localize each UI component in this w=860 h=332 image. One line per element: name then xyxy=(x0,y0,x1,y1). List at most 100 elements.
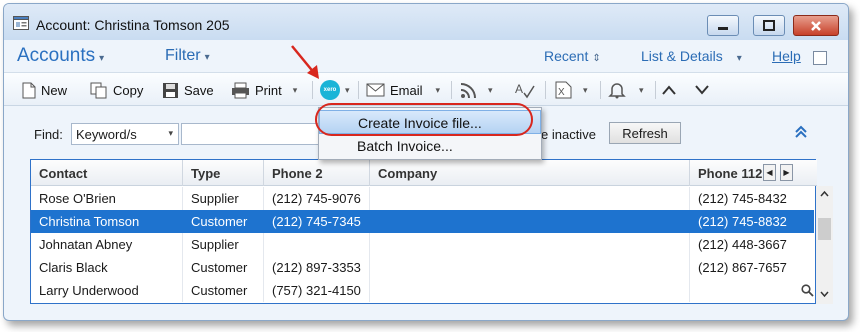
accounts-label: Accounts xyxy=(17,45,96,66)
chevron-down-icon: ▾ xyxy=(204,52,210,63)
cell-phone112: (212) 745-8432 xyxy=(698,191,787,206)
cell-phone112: (212) 448-3667 xyxy=(698,237,787,252)
save-button[interactable]: Save xyxy=(162,80,214,100)
popout-icon[interactable] xyxy=(813,51,827,65)
batch-invoice-item[interactable]: Batch Invoice... xyxy=(319,134,541,158)
chevron-down-icon: ▾ xyxy=(168,128,173,138)
table-row[interactable]: Larry Underwood Customer (757) 321-4150 xyxy=(31,279,814,302)
search-icon[interactable] xyxy=(801,284,814,297)
account-window: Account: Christina Tomson 205 Accounts ▾ … xyxy=(3,3,849,321)
cell-contact: Johnatan Abney xyxy=(31,233,183,256)
print-label: Print xyxy=(255,82,282,98)
cell-phone2: (212) 745-7345 xyxy=(264,210,370,233)
table-row[interactable]: Rose O'Brien Supplier (212) 745-9076 (21… xyxy=(31,187,814,210)
chevron-down-icon xyxy=(695,85,709,95)
next-record-button[interactable] xyxy=(694,80,710,100)
chevron-down-icon: ▾ xyxy=(583,84,588,95)
search-input[interactable] xyxy=(181,123,331,145)
chevron-up-icon xyxy=(662,85,676,95)
cell-type: Supplier xyxy=(183,187,264,210)
svg-text:X: X xyxy=(558,87,565,98)
table-row[interactable]: Claris Black Customer (212) 897-3353 (21… xyxy=(31,256,814,279)
cell-phone112 xyxy=(690,279,814,302)
previous-record-button[interactable] xyxy=(661,80,677,100)
menu-bar: Accounts ▾ Filter ▾ Recent ⇕ List & Details… xyxy=(4,40,848,72)
cell-contact: Christina Tomson xyxy=(31,210,183,233)
excel-export-button[interactable]: X ▾ xyxy=(555,80,588,100)
cell-contact: Claris Black xyxy=(31,256,183,279)
close-button[interactable] xyxy=(793,15,839,36)
svg-text:A: A xyxy=(515,82,523,96)
help-link[interactable]: Help xyxy=(772,48,801,64)
rss-button[interactable]: ▾ xyxy=(460,80,493,100)
maximize-button[interactable] xyxy=(753,15,785,36)
recent-menu[interactable]: Recent ⇕ xyxy=(544,48,601,64)
highlight-oval xyxy=(315,103,533,136)
close-icon xyxy=(811,20,821,31)
table-row-selected[interactable]: Christina Tomson Customer (212) 745-7345… xyxy=(31,210,814,233)
cell-contact: Rose O'Brien xyxy=(31,187,183,210)
cell-phone2: (757) 321-4150 xyxy=(264,279,370,302)
updown-icon: ⇕ xyxy=(592,53,601,64)
accounts-menu[interactable]: Accounts ▾ xyxy=(17,45,104,67)
toolbar-divider xyxy=(451,81,452,99)
alerts-button[interactable]: ▾ xyxy=(608,80,644,100)
collapse-up-icon[interactable] xyxy=(794,125,808,139)
save-icon xyxy=(163,82,178,98)
new-document-icon xyxy=(22,82,36,98)
toolbar-divider xyxy=(655,81,656,99)
scroll-right-button[interactable]: ▶ xyxy=(780,164,793,181)
filter-menu[interactable]: Filter ▾ xyxy=(165,47,210,65)
list-details-label: List & Details xyxy=(641,48,723,64)
column-header-company[interactable]: Company xyxy=(370,160,690,186)
new-label: New xyxy=(41,82,68,98)
column-header-type[interactable]: Type xyxy=(183,160,264,186)
cell-phone2 xyxy=(264,233,370,256)
new-button[interactable]: New xyxy=(22,80,67,100)
cell-company xyxy=(370,233,690,256)
recent-label: Recent xyxy=(544,48,589,64)
toolbar-divider xyxy=(545,81,546,99)
find-mode-select[interactable]: Keyword/s ▾ xyxy=(71,123,179,145)
cell-type: Customer xyxy=(183,279,264,302)
minimize-icon xyxy=(718,26,728,30)
copy-button[interactable]: Copy xyxy=(90,80,143,100)
refresh-button[interactable]: Refresh xyxy=(609,122,681,144)
cell-type: Supplier xyxy=(183,233,264,256)
spell-check-button[interactable]: A xyxy=(515,80,535,100)
contacts-grid: Contact Type Phone 2 Company Phone 112 ◀… xyxy=(30,159,833,304)
cell-type: Customer xyxy=(183,210,264,233)
cell-phone112: (212) 867-7657 xyxy=(698,260,787,275)
cell-company xyxy=(370,279,690,302)
cell-phone2: (212) 897-3353 xyxy=(264,256,370,279)
app-icon xyxy=(13,16,29,30)
chevron-down-icon: ▾ xyxy=(736,53,742,64)
arrow-left-icon: ◀ xyxy=(766,168,773,177)
window-title: Account: Christina Tomson 205 xyxy=(36,17,230,33)
minimize-button[interactable] xyxy=(707,15,739,36)
chevron-down-icon: ▾ xyxy=(639,84,644,95)
scroll-left-button[interactable]: ◀ xyxy=(763,164,776,181)
chevron-down-icon: ▾ xyxy=(99,53,105,64)
copy-icon xyxy=(90,82,107,98)
cell-company xyxy=(370,210,690,233)
copy-label: Copy xyxy=(113,82,144,98)
column-header-contact[interactable]: Contact xyxy=(31,160,183,186)
cell-contact: Larry Underwood xyxy=(31,279,183,302)
print-button[interactable]: Print ▾ xyxy=(231,80,297,100)
toolbar-divider xyxy=(600,81,601,99)
chevron-down-icon: ▾ xyxy=(435,84,441,95)
table-row[interactable]: Johnatan Abney Supplier (212) 448-3667 xyxy=(31,233,814,256)
save-label: Save xyxy=(184,82,214,98)
column-header-phone2[interactable]: Phone 2 xyxy=(264,160,370,186)
cell-company xyxy=(370,256,690,279)
title-bar: Account: Christina Tomson 205 xyxy=(4,4,848,40)
find-mode-value: Keyword/s xyxy=(76,127,137,142)
email-button[interactable]: Email ▾ xyxy=(366,80,440,100)
toolbar: New Copy Save Print ▾ xero ▾ Email ▾ ▾ A… xyxy=(4,72,848,106)
vertical-scrollbar[interactable] xyxy=(816,186,833,304)
chevron-down-icon: ▾ xyxy=(488,84,493,95)
list-details-menu[interactable]: List & Details ▾ xyxy=(641,48,742,64)
chevron-down-icon: ▾ xyxy=(292,84,298,95)
column-header-phone112[interactable]: Phone 112 xyxy=(690,160,763,186)
